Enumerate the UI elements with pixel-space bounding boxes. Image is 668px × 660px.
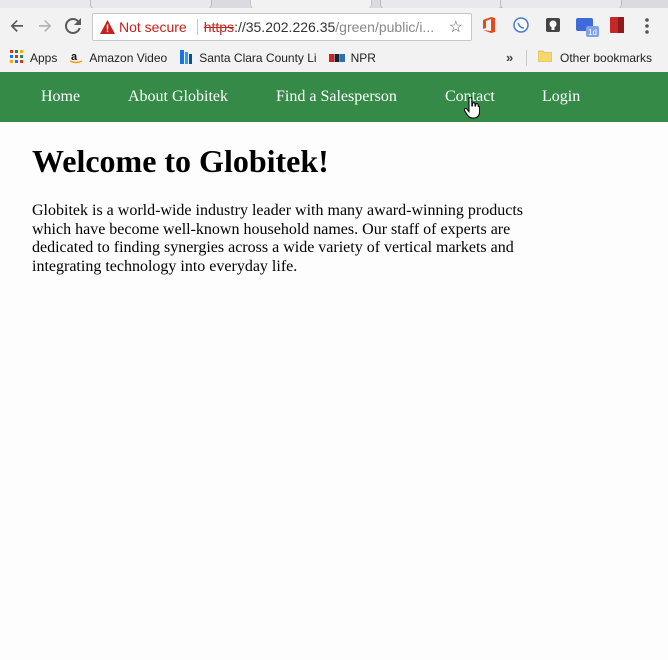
site-nav: Home About Globitek Find a Salesperson C… xyxy=(0,72,668,122)
nav-find-salesperson-link[interactable]: Find a Salesperson xyxy=(276,88,397,106)
warning-icon xyxy=(99,19,115,35)
divider xyxy=(526,50,527,66)
library-icon xyxy=(179,49,193,68)
bookmark-label: Santa Clara County Li xyxy=(199,51,317,65)
bookmark-npr[interactable]: NPR xyxy=(328,51,376,65)
tab-strip xyxy=(0,0,668,8)
bookmark-label: NPR xyxy=(350,51,376,65)
nav-about-link[interactable]: About Globitek xyxy=(128,88,228,106)
divider xyxy=(196,19,198,35)
other-bookmarks[interactable]: Other bookmarks xyxy=(537,50,653,65)
intro-paragraph: Globitek is a world-wide industry leader… xyxy=(32,202,523,275)
folder-icon xyxy=(537,50,553,65)
back-icon[interactable] xyxy=(4,13,30,39)
browser-tab[interactable] xyxy=(500,0,622,8)
url-host: ://35.202.226.35 xyxy=(234,19,336,35)
office-icon[interactable] xyxy=(480,16,500,36)
main-content: Welcome to Globitek! Globitek is a world… xyxy=(32,140,532,276)
bookmark-star-icon[interactable]: ☆ xyxy=(449,17,463,37)
nav-login-link[interactable]: Login xyxy=(542,88,580,106)
calendar-badge-icon[interactable]: 1d xyxy=(576,16,600,37)
bookmark-label: Amazon Video xyxy=(89,51,168,65)
nav-home-link[interactable]: Home xyxy=(41,88,80,106)
bookmarks-overflow-icon[interactable]: » xyxy=(506,50,513,65)
bookmarks-bar: Apps a Amazon Video Santa Clara County L… xyxy=(0,44,668,73)
skype-icon[interactable] xyxy=(512,16,532,36)
hand-cursor-icon xyxy=(463,96,481,123)
svg-text:1d: 1d xyxy=(588,28,597,37)
amazon-icon: a xyxy=(69,50,83,67)
address-bar[interactable]: Not secure https ://35.202.226.35 /green… xyxy=(92,13,472,41)
browser-tab-active[interactable] xyxy=(250,0,372,8)
browser-tab[interactable] xyxy=(380,0,502,8)
menu-kebab-icon[interactable] xyxy=(644,17,664,37)
browser-tab[interactable] xyxy=(90,0,212,8)
bookmark-label: Apps xyxy=(30,51,58,65)
bookmark-manager-icon[interactable] xyxy=(608,16,628,36)
browser-tab[interactable] xyxy=(0,0,102,8)
reload-icon[interactable] xyxy=(60,13,86,39)
bookmark-apps[interactable]: Apps xyxy=(10,49,58,67)
url-path: /green/public/i... xyxy=(335,19,435,35)
npr-icon xyxy=(328,51,345,65)
bookmark-santa-clara-library[interactable]: Santa Clara County Li xyxy=(179,49,317,68)
browser-toolbar: Not secure https ://35.202.226.35 /green… xyxy=(0,8,668,44)
security-label[interactable]: Not secure xyxy=(119,19,187,35)
page-title: Welcome to Globitek! xyxy=(32,143,329,179)
apps-grid-icon xyxy=(10,49,24,67)
other-bookmarks-label: Other bookmarks xyxy=(560,50,653,65)
forward-icon[interactable] xyxy=(32,13,58,39)
lightbulb-icon[interactable] xyxy=(544,16,564,36)
bookmark-amazon-video[interactable]: a Amazon Video xyxy=(69,50,167,67)
url-scheme: https xyxy=(203,19,235,35)
